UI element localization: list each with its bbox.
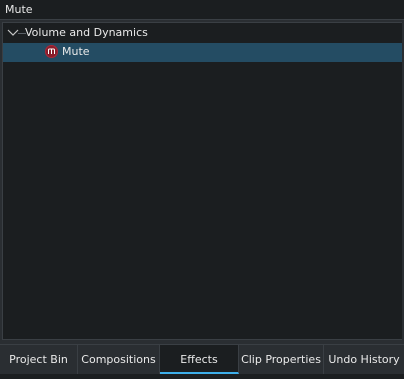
tab-compositions[interactable]: Compositions bbox=[78, 345, 160, 374]
effects-tree: Volume and Dynamics Mute bbox=[2, 22, 404, 340]
mute-effect-icon bbox=[45, 45, 58, 58]
tab-effects[interactable]: Effects bbox=[160, 345, 239, 374]
tab-project-bin[interactable]: Project Bin bbox=[0, 345, 78, 374]
effects-search-input[interactable] bbox=[0, 0, 400, 19]
tree-group-label: Volume and Dynamics bbox=[25, 26, 148, 39]
tree-group-volume-and-dynamics[interactable]: Volume and Dynamics bbox=[3, 24, 403, 43]
bottom-border bbox=[0, 374, 404, 379]
tree-item-label: Mute bbox=[62, 45, 90, 58]
effects-search-bar bbox=[0, 0, 404, 20]
tab-undo-history[interactable]: Undo History bbox=[324, 345, 404, 374]
tree-item-mute[interactable]: Mute bbox=[3, 43, 403, 62]
tab-clip-properties[interactable]: Clip Properties bbox=[239, 345, 324, 374]
chevron-down-icon[interactable] bbox=[6, 25, 20, 39]
dock-tab-bar: Project Bin Compositions Effects Clip Pr… bbox=[0, 344, 404, 375]
